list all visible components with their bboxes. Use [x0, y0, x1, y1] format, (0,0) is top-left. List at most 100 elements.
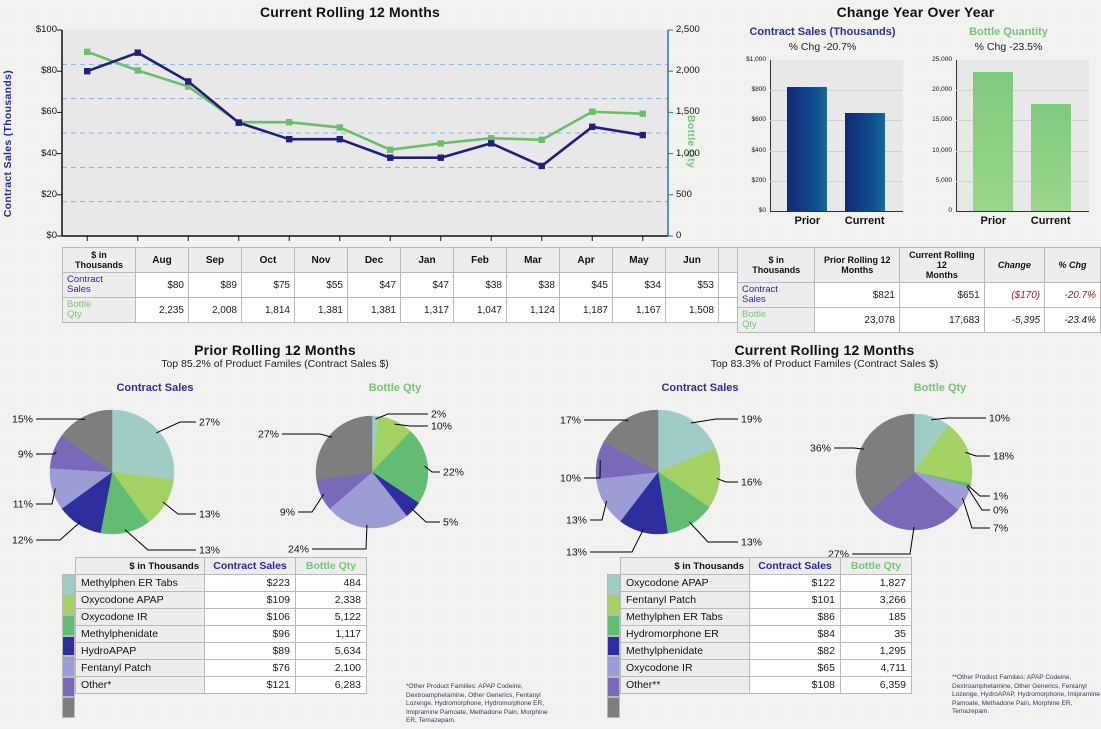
- yoy-change: -5,395: [983, 307, 1046, 333]
- pie-percent-label: 18%: [993, 451, 1014, 463]
- yoy-summary-table: $ in Thousands Prior Rolling 12 Months Curre…: [736, 247, 1101, 333]
- yoy-qty-pctchg: % Chg -23.5%: [974, 41, 1043, 53]
- prod-sales: $108: [749, 676, 841, 694]
- legend-color-swatch: [62, 635, 75, 657]
- month-cell: $53: [665, 272, 719, 298]
- pie-percent-label: 7%: [993, 523, 1008, 535]
- month-col-header: May: [612, 247, 666, 273]
- prod-qty: 2,338: [295, 591, 367, 609]
- bar: [973, 71, 1014, 211]
- prior-product-table-wrap: $ in Thousands Contract Sales Bottle Qty Me…: [62, 557, 367, 718]
- current-footnote: **Other Product Families: APAP Codeine, …: [952, 674, 1100, 715]
- month-cell: $38: [453, 272, 507, 298]
- bar: [787, 87, 828, 211]
- month-col-header: Jun: [665, 247, 719, 273]
- legend-color-swatch: [607, 676, 620, 698]
- table-row: Oxycodone APAP $109 2,338: [75, 591, 367, 609]
- current-product-table: $ in Thousands Contract Sales Bottle Qty Ox…: [620, 557, 912, 694]
- prior-qty-pie-heading: Bottle Qty: [368, 382, 422, 394]
- prod-name: Oxycodone APAP: [75, 591, 205, 609]
- prior-footnote: *Other Product Families: APAP Codeine, D…: [406, 683, 548, 724]
- month-col-header: Aug: [135, 247, 189, 273]
- month-cell: 1,381: [347, 297, 401, 323]
- prod-sales: $122: [749, 574, 841, 592]
- pie-percent-label: 0%: [993, 505, 1008, 517]
- month-col-header: Jan: [400, 247, 454, 273]
- prod-name: Fentanyl Patch: [75, 659, 205, 677]
- month-col-header: Apr: [559, 247, 613, 273]
- pie-percent-label: 11%: [13, 499, 33, 511]
- month-cell: 1,317: [400, 297, 454, 323]
- prod-qty: 5,634: [295, 642, 367, 660]
- pie-percent-label: 13%: [741, 537, 762, 549]
- yoy-sales-bar-chart: $1,000 $800 $600 $400 $200 $0 Prior Current: [730, 56, 905, 231]
- yoy-row-label: Bottle Qty: [736, 307, 816, 333]
- prod-name: Oxycodone IR: [75, 608, 205, 626]
- prod-sales: $121: [204, 676, 296, 694]
- prod-qty: 484: [295, 574, 367, 592]
- month-cell: $47: [400, 272, 454, 298]
- pie-leader-line: [931, 417, 986, 421]
- month-col-header: Nov: [294, 247, 348, 273]
- pie-leader-line: [852, 526, 915, 555]
- yoy-qty-bar-chart: 25,000 20,000 15,000 10,000 5,000 0 Prior Curre…: [916, 56, 1091, 231]
- pie-leader-line: [584, 419, 629, 422]
- yoy-title: Change Year Over Year: [836, 4, 995, 20]
- current-product-table-wrap: $ in Thousands Contract Sales Bottle Qty Ox…: [607, 557, 912, 718]
- pie-percent-label: 12%: [12, 535, 33, 547]
- prior-product-table: $ in Thousands Contract Sales Bottle Qty Me…: [75, 557, 367, 694]
- bar-y-tick: $400: [751, 146, 766, 154]
- table-row: Oxycodone IR $106 5,122: [75, 608, 367, 626]
- legend-color-swatch: [62, 615, 75, 636]
- prod-qty: 2,100: [295, 659, 367, 677]
- month-cell: 2,008: [188, 297, 242, 323]
- yoy-change: ($170): [983, 282, 1046, 308]
- prior-section: Prior Rolling 12 Months Top 85.2% of Pro…: [0, 342, 550, 557]
- prod-name: Oxycodone IR: [620, 659, 750, 677]
- pie-percent-label: 13%: [199, 509, 220, 521]
- table-row: Bottle Qty 23,078 17,683 -5,395 -23.4%: [736, 307, 1101, 333]
- prod-name: Other*: [75, 676, 205, 694]
- table-row: Other** $108 6,359: [620, 676, 912, 694]
- monthly-data-table: $ in Thousands Aug Sep Oct Nov Dec Jan Feb Mar Apr…: [62, 247, 772, 323]
- prod-qty: 3,266: [840, 591, 912, 609]
- month-cell: 1,187: [559, 297, 613, 323]
- pie-percent-label: 24%: [288, 544, 309, 556]
- pie-leader-line: [690, 418, 738, 424]
- prior-section-subtitle: Top 85.2% of Product Familes (Contract S…: [161, 358, 389, 370]
- prod-qty: 1,295: [840, 642, 912, 660]
- yoy-col-header: Current Rolling 12 Months: [898, 247, 985, 283]
- month-cell: 2,235: [135, 297, 189, 323]
- prod-qty: 1,117: [295, 625, 367, 643]
- pie-slice: [315, 415, 373, 481]
- table-row: HydroAPAP $89 5,634: [75, 642, 367, 660]
- prod-sales: $101: [749, 591, 841, 609]
- bar: [1030, 104, 1071, 211]
- month-cell: $80: [135, 272, 189, 298]
- yoy-table-wrap: $ in Thousands Prior Rolling 12 Months Curre…: [736, 247, 1101, 333]
- table-row: Methylphen ER Tabs $86 185: [620, 608, 912, 626]
- pie-percent-label: 27%: [258, 429, 279, 441]
- month-table-corner: $ in Thousands: [62, 247, 136, 273]
- bar-y-tick: $800: [751, 86, 766, 94]
- table-row: Methylphenidate $96 1,117: [75, 625, 367, 643]
- table-row: Contract Sales $80 $89 $75 $55 $47 $47 $38 $38 $45…: [62, 272, 772, 298]
- month-cell: 1,381: [294, 297, 348, 323]
- pie-leader-line: [36, 521, 81, 541]
- bar-category-label: Current: [844, 215, 885, 227]
- legend-color-swatch: [607, 574, 620, 595]
- yoy-sales-heading: Contract Sales (Thousands): [749, 26, 896, 38]
- month-col-header: Sep: [188, 247, 242, 273]
- legend-color-swatch: [62, 656, 75, 677]
- month-cell: $45: [559, 272, 613, 298]
- table-row: Contract Sales $821 $651 ($170) -20.7%: [736, 282, 1101, 308]
- month-cell: 1,508: [665, 297, 719, 323]
- month-cell: $55: [294, 272, 348, 298]
- yoy-pct-chg: -20.7%: [1044, 282, 1101, 308]
- pie-svg: 19% 16% 13% 13% 13% 10% 17%: [560, 409, 762, 559]
- legend-color-swatch: [62, 594, 75, 616]
- month-col-header: Feb: [453, 247, 507, 273]
- prod-sales: $82: [749, 642, 841, 660]
- table-row: Hydromorphone ER $84 35: [620, 625, 912, 643]
- yoy-col-header: Prior Rolling 12 Months: [814, 247, 900, 283]
